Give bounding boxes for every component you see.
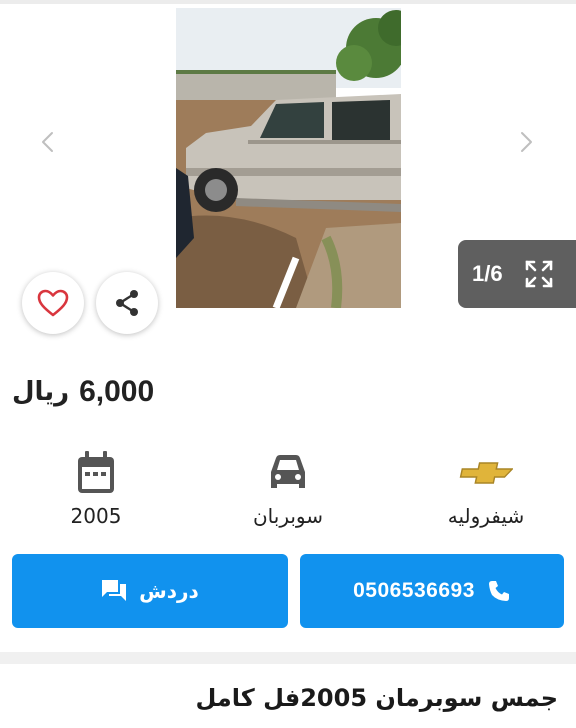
- spec-make-value: شيفروليه: [447, 504, 525, 528]
- spec-model-value: سوبربان: [252, 504, 324, 528]
- image-counter-fullscreen-button[interactable]: 1/6: [458, 240, 576, 308]
- favorite-button[interactable]: [22, 272, 84, 334]
- car-photo-illustration: [176, 8, 401, 308]
- listing-price: 6,000 ريال: [12, 372, 154, 412]
- share-button[interactable]: [96, 272, 158, 334]
- heart-icon: [37, 289, 69, 317]
- chat-button-label: دردش: [139, 579, 199, 603]
- call-phone-number: 0506536693: [353, 579, 475, 602]
- listing-title: جمس سوبرمان 2005فل كامل: [195, 684, 558, 712]
- prev-image-button[interactable]: [30, 124, 66, 160]
- call-button[interactable]: 0506536693: [300, 554, 564, 628]
- image-gallery[interactable]: 1/6: [0, 4, 576, 340]
- phone-icon: [488, 581, 509, 601]
- calendar-icon: [78, 451, 114, 493]
- spec-year-value: 2005: [70, 504, 122, 528]
- section-divider: [0, 652, 576, 664]
- spec-model: سوبربان: [198, 448, 378, 528]
- expand-icon: [525, 260, 553, 288]
- image-counter: 1/6: [472, 261, 503, 286]
- car-icon: [271, 455, 305, 488]
- share-icon: [116, 290, 138, 316]
- spec-make: شيفروليه: [396, 448, 576, 528]
- chevron-left-icon: [41, 131, 54, 153]
- chevron-right-icon: [520, 131, 533, 153]
- chat-button[interactable]: دردش: [12, 554, 288, 628]
- next-image-button[interactable]: [508, 124, 544, 160]
- price-value: 6,000: [79, 375, 155, 408]
- spec-year: 2005: [6, 448, 186, 528]
- listing-photo[interactable]: [176, 8, 401, 308]
- chat-icon: [102, 580, 127, 601]
- price-currency: ريال: [12, 377, 70, 407]
- chevrolet-logo-icon: [459, 462, 513, 484]
